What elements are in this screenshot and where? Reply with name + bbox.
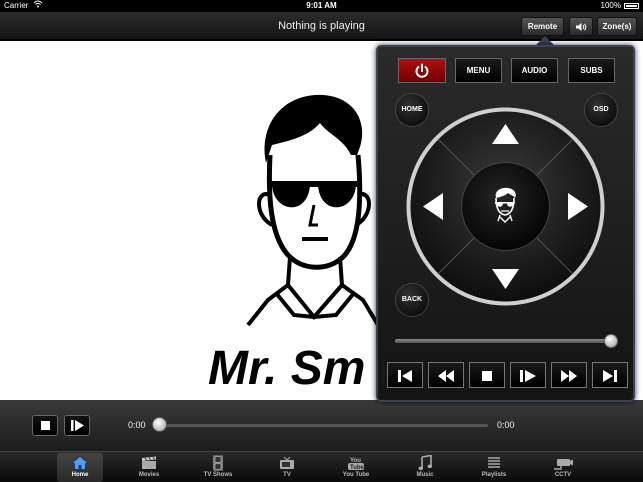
rewind-button[interactable] — [428, 362, 464, 388]
menu-button[interactable]: MENU — [455, 58, 502, 83]
tv-icon — [264, 453, 310, 471]
tab-cctv[interactable]: CCTV — [540, 453, 586, 482]
tab-youtube[interactable]: You Tube You Tube — [333, 453, 379, 482]
artwork-brand-text: Mr. Sm — [208, 342, 366, 395]
camera-icon — [540, 453, 586, 471]
skip-previous-button[interactable] — [387, 362, 423, 388]
tab-bar: Home Movies TV Shows TV You Tube You Tube… — [0, 451, 643, 482]
tab-label: Movies — [138, 472, 160, 478]
battery-percent: 100% — [600, 1, 621, 10]
remote-button[interactable]: Remote — [521, 17, 564, 36]
power-button[interactable] — [398, 58, 446, 83]
tab-label: TV — [283, 472, 291, 478]
rewind-icon — [429, 368, 463, 384]
directional-pad — [406, 107, 605, 306]
fast-forward-icon — [552, 368, 586, 384]
volume-slider-thumb[interactable] — [604, 334, 618, 348]
play-pause-icon — [511, 368, 545, 384]
youtube-icon: You Tube — [333, 453, 379, 471]
power-icon — [414, 63, 430, 81]
play-pause-button[interactable] — [64, 415, 90, 436]
play-pause-icon — [65, 420, 89, 439]
tab-label: Home — [71, 472, 89, 478]
status-bar: Carrier 9:01 AM 100% — [0, 0, 643, 12]
remote-popover: MENU AUDIO SUBS HOME OSD BACK — [376, 45, 635, 402]
tab-label: TV Shows — [203, 472, 233, 478]
battery-icon — [624, 3, 639, 9]
clock: 9:01 AM — [306, 1, 337, 10]
house-icon — [57, 453, 103, 471]
remote-stop-button[interactable] — [469, 362, 505, 388]
remote-play-pause-button[interactable] — [510, 362, 546, 388]
music-note-icon — [402, 453, 448, 471]
tab-tv-shows[interactable]: TV Shows — [195, 453, 241, 482]
playback-bar: 0:00 0:00 — [0, 400, 643, 451]
volume-slider-track[interactable] — [395, 339, 616, 343]
progress-track[interactable] — [158, 424, 488, 427]
stop-button[interactable] — [32, 415, 58, 436]
list-icon — [471, 453, 517, 471]
progress-thumb[interactable] — [152, 417, 167, 432]
total-time: 0:00 — [497, 420, 515, 430]
popover-arrow — [536, 36, 554, 45]
mr-smith-face-logo — [246, 94, 380, 327]
fast-forward-button[interactable] — [551, 362, 587, 388]
tab-label: Music — [416, 472, 434, 478]
skip-next-button[interactable] — [592, 362, 628, 388]
tab-playlists[interactable]: Playlists — [471, 453, 517, 482]
tab-home[interactable]: Home — [57, 453, 103, 482]
zones-button[interactable]: Zone(s) — [597, 17, 637, 36]
tab-label: You Tube — [342, 472, 370, 478]
tab-movies[interactable]: Movies — [126, 453, 172, 482]
speaker-icon — [575, 23, 587, 34]
tab-music[interactable]: Music — [402, 453, 448, 482]
tab-tv[interactable]: TV — [264, 453, 310, 482]
clapper-icon — [126, 453, 172, 471]
tab-label: CCTV — [554, 472, 572, 478]
subs-button[interactable]: SUBS — [568, 58, 615, 83]
film-icon — [195, 453, 241, 471]
stop-icon — [470, 368, 504, 384]
volume-button[interactable] — [569, 17, 593, 36]
audio-button[interactable]: AUDIO — [511, 58, 558, 83]
stop-icon — [33, 421, 57, 439]
current-time: 0:00 — [128, 420, 146, 430]
skip-next-icon — [593, 368, 627, 384]
tab-label: Playlists — [481, 472, 507, 478]
skip-previous-icon — [388, 368, 422, 384]
dpad-select[interactable] — [461, 162, 550, 251]
